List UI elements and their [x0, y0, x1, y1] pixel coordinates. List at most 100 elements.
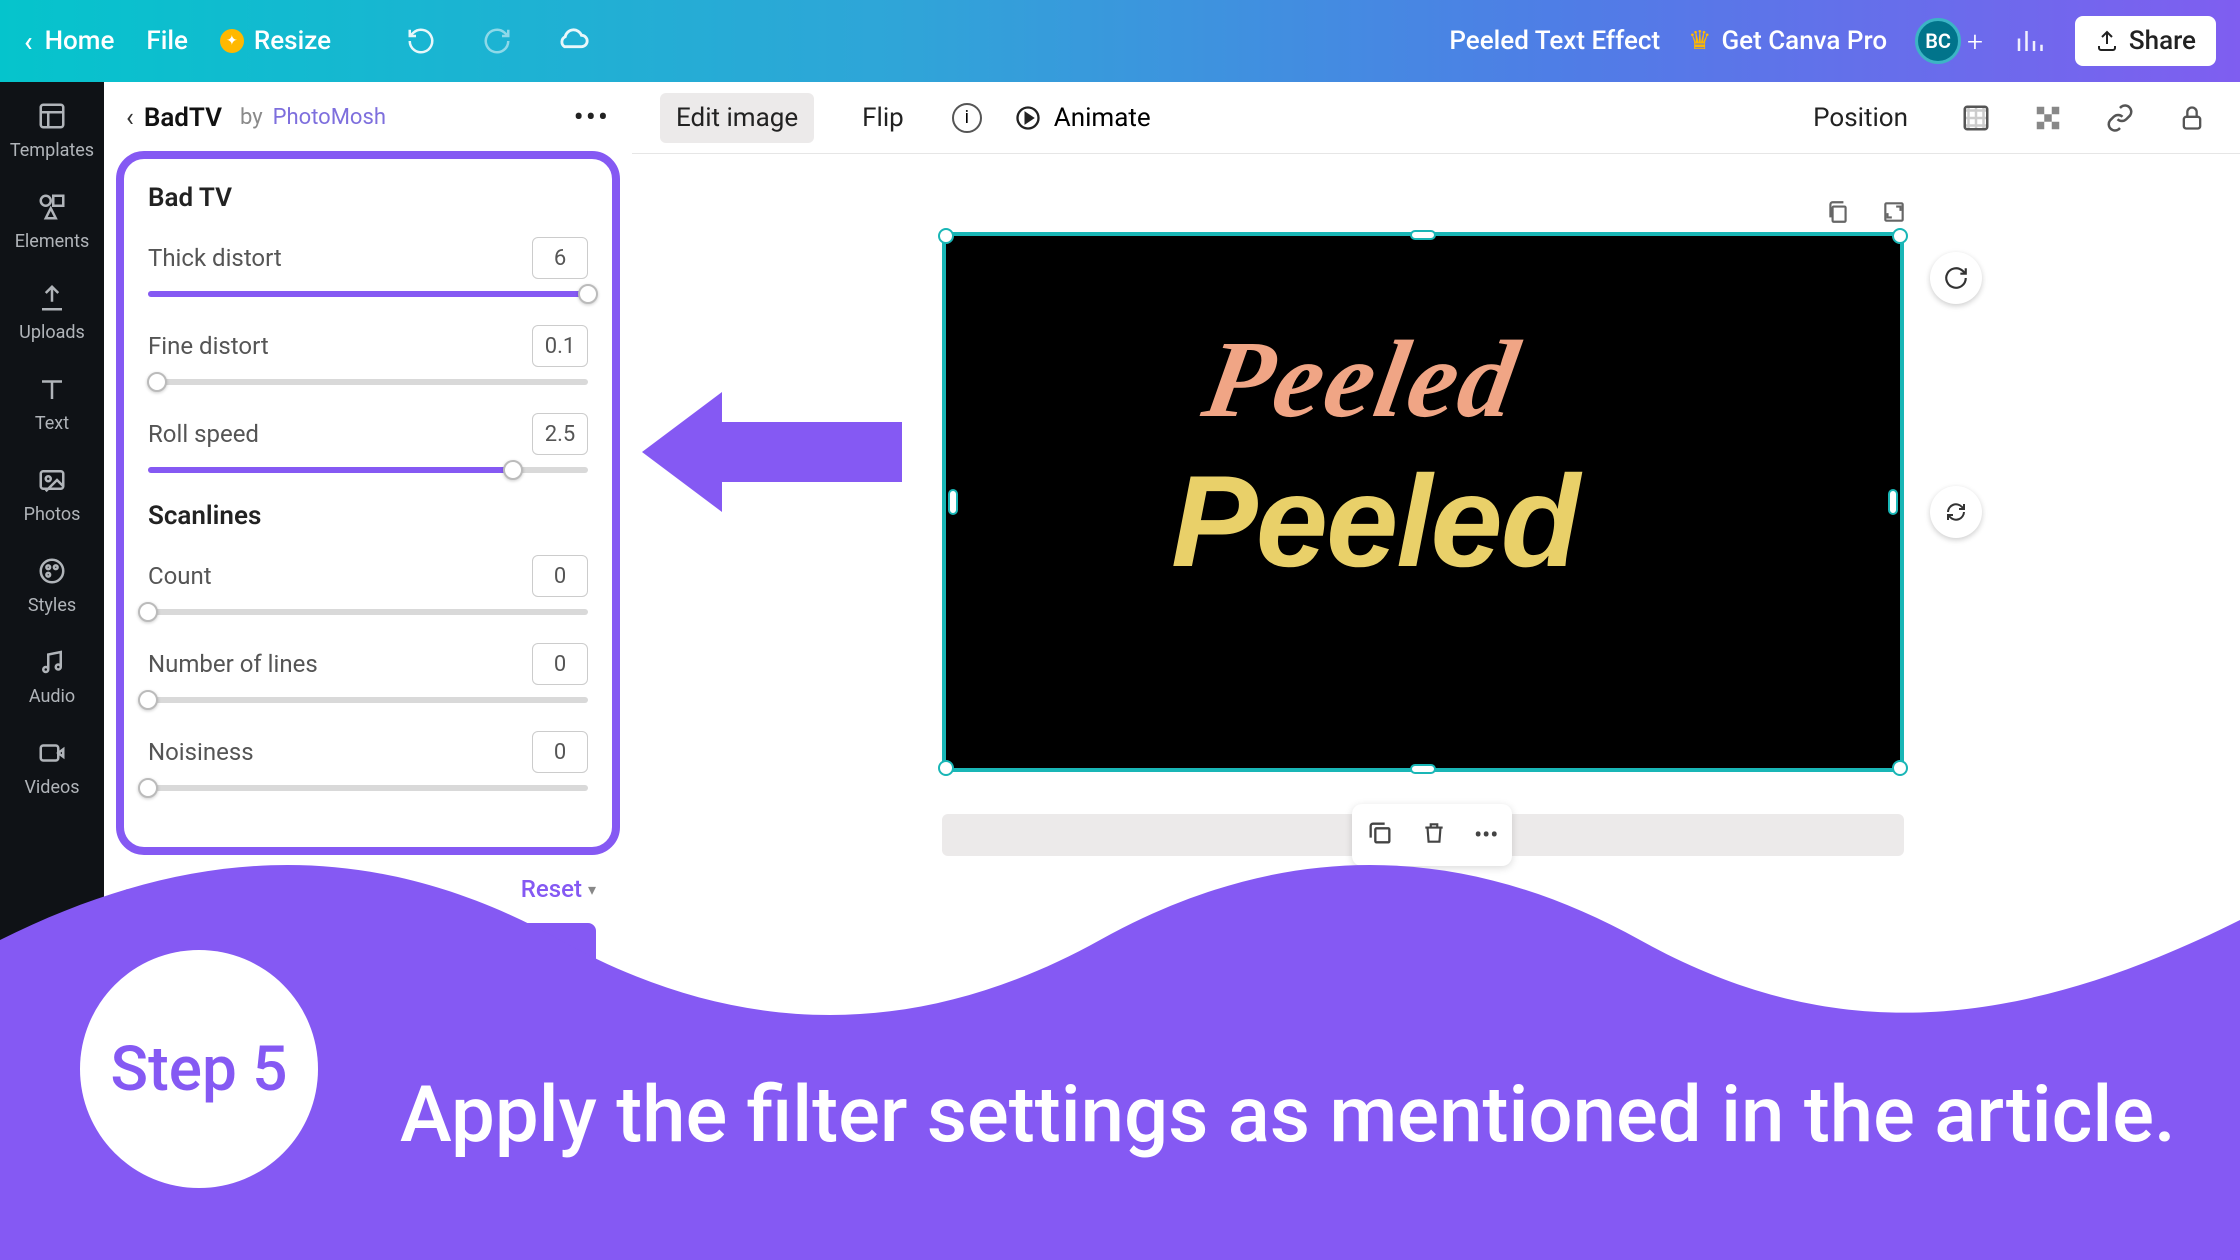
element-actions: ••• — [1352, 804, 1512, 866]
selection-handle[interactable] — [1410, 764, 1436, 774]
rail-label: Audio — [29, 686, 75, 707]
slider-value-input[interactable]: 2.5 — [532, 413, 588, 455]
rail-label: Templates — [10, 140, 94, 161]
rail-label: Uploads — [19, 322, 85, 343]
slider-track[interactable] — [148, 785, 588, 791]
slider-value-input[interactable]: 0 — [532, 555, 588, 597]
slider-thumb[interactable] — [578, 284, 598, 304]
upload-icon — [2095, 29, 2119, 53]
panel-author-link[interactable]: PhotoMosh — [273, 105, 386, 130]
crown-icon: ✦ — [220, 29, 244, 53]
canvas-floating-icons — [1822, 196, 1910, 228]
slider-label: Number of lines — [148, 650, 318, 678]
more-actions-button[interactable]: ••• — [1474, 821, 1498, 849]
topbar-left: ‹ Home File ✦ Resize — [24, 23, 591, 59]
duplicate-button[interactable] — [1366, 819, 1394, 851]
color-picker-button[interactable] — [1956, 98, 1996, 138]
user-avatar[interactable]: BC — [1915, 18, 1961, 64]
slider-thumb[interactable] — [138, 602, 158, 622]
add-member-button[interactable]: + — [1967, 25, 1983, 58]
more-options-button[interactable]: ••• — [574, 100, 610, 135]
design-canvas[interactable]: Peeled Peeled — [942, 232, 1904, 772]
rail-photos[interactable]: Photos — [24, 462, 81, 525]
text-layer-1[interactable]: Peeled — [1195, 316, 1529, 443]
apply-button[interactable]: Apply — [366, 923, 596, 979]
slider-value-input[interactable]: 6 — [532, 237, 588, 279]
delete-button[interactable] — [1421, 819, 1447, 851]
panel-header: ‹ BadTV by PhotoMosh ••• — [104, 82, 632, 145]
settings-highlight: Bad TV Thick distort 6 Fine distort 0.1 … — [116, 151, 620, 855]
file-menu[interactable]: File — [146, 26, 188, 56]
selection-handle[interactable] — [1888, 489, 1898, 515]
insights-button[interactable] — [2011, 23, 2047, 59]
share-button[interactable]: Share — [2075, 16, 2216, 66]
link-button[interactable] — [2100, 98, 2140, 138]
home-button[interactable]: ‹ Home — [24, 25, 114, 58]
uploads-icon — [34, 280, 70, 316]
text-layer-2[interactable]: Peeled — [1171, 446, 1578, 596]
slider-thumb[interactable] — [147, 372, 167, 392]
sync-button[interactable] — [1930, 486, 1982, 538]
transparency-button[interactable] — [2028, 98, 2068, 138]
instruction-text: Apply the filter settings as mentioned i… — [400, 1067, 2180, 1165]
panel-by: by — [240, 105, 263, 130]
resize-button[interactable]: ✦ Resize — [220, 26, 331, 56]
elements-icon — [34, 189, 70, 225]
rail-text[interactable]: Text — [34, 371, 70, 434]
rail-label: Elements — [15, 231, 90, 252]
selection-handle[interactable] — [938, 228, 954, 244]
slider-row: Thick distort 6 — [148, 237, 588, 297]
rail-uploads[interactable]: Uploads — [19, 280, 85, 343]
top-bar: ‹ Home File ✦ Resize Peeled Text Effect … — [0, 0, 2240, 82]
slider-track[interactable] — [148, 467, 588, 473]
slider-track[interactable] — [148, 291, 588, 297]
refresh-button[interactable] — [1930, 252, 1982, 304]
slider-track[interactable] — [148, 379, 588, 385]
redo-button[interactable] — [479, 23, 515, 59]
step-badge: Step 5 — [80, 950, 318, 1188]
slider-track[interactable] — [148, 697, 588, 703]
slider-value-input[interactable]: 0.1 — [532, 325, 588, 367]
selection-handle[interactable] — [1892, 228, 1908, 244]
back-button[interactable]: ‹ — [126, 103, 134, 133]
step-label: Step 5 — [111, 1033, 288, 1106]
slider-value-input[interactable]: 0 — [532, 731, 588, 773]
slider-thumb[interactable] — [138, 778, 158, 798]
slider-thumb[interactable] — [503, 460, 523, 480]
selection-handle[interactable] — [938, 760, 954, 776]
selection-handle[interactable] — [1410, 230, 1436, 240]
rail-styles[interactable]: Styles — [28, 553, 76, 616]
rail-videos[interactable]: Videos — [24, 735, 79, 798]
canvas-toolbar: Edit image Flip i Animate Position — [632, 82, 2240, 154]
selection-handle[interactable] — [948, 489, 958, 515]
styles-icon — [34, 553, 70, 589]
selection-handle[interactable] — [1892, 760, 1908, 776]
apply-label: Apply — [448, 936, 514, 966]
slider-value-input[interactable]: 0 — [532, 643, 588, 685]
info-button[interactable]: i — [952, 103, 982, 133]
reset-label: Reset — [521, 875, 582, 903]
copy-page-icon[interactable] — [1822, 196, 1854, 228]
rail-elements[interactable]: Elements — [15, 189, 90, 252]
animate-button[interactable]: Animate — [1014, 103, 1151, 133]
slider-thumb[interactable] — [138, 690, 158, 710]
rail-audio[interactable]: Audio — [29, 644, 75, 707]
expand-page-icon[interactable] — [1878, 196, 1910, 228]
cloud-sync-icon[interactable] — [555, 23, 591, 59]
slider-row: Fine distort 0.1 — [148, 325, 588, 385]
text-icon — [34, 371, 70, 407]
document-name[interactable]: Peeled Text Effect — [1449, 26, 1660, 56]
reset-button[interactable]: Reset ▾ — [521, 875, 596, 903]
edit-image-button[interactable]: Edit image — [660, 93, 814, 143]
chevron-left-icon: ‹ — [24, 25, 33, 58]
slider-row: Count 0 — [148, 555, 588, 615]
undo-button[interactable] — [403, 23, 439, 59]
sync-icon — [1944, 500, 1968, 524]
flip-button[interactable]: Flip — [846, 93, 920, 143]
slider-track[interactable] — [148, 609, 588, 615]
position-button[interactable]: Position — [1797, 93, 1924, 143]
get-pro-button[interactable]: ♛ Get Canva Pro — [1688, 26, 1887, 56]
get-pro-label: Get Canva Pro — [1721, 26, 1887, 56]
lock-button[interactable] — [2172, 98, 2212, 138]
rail-templates[interactable]: Templates — [10, 98, 94, 161]
